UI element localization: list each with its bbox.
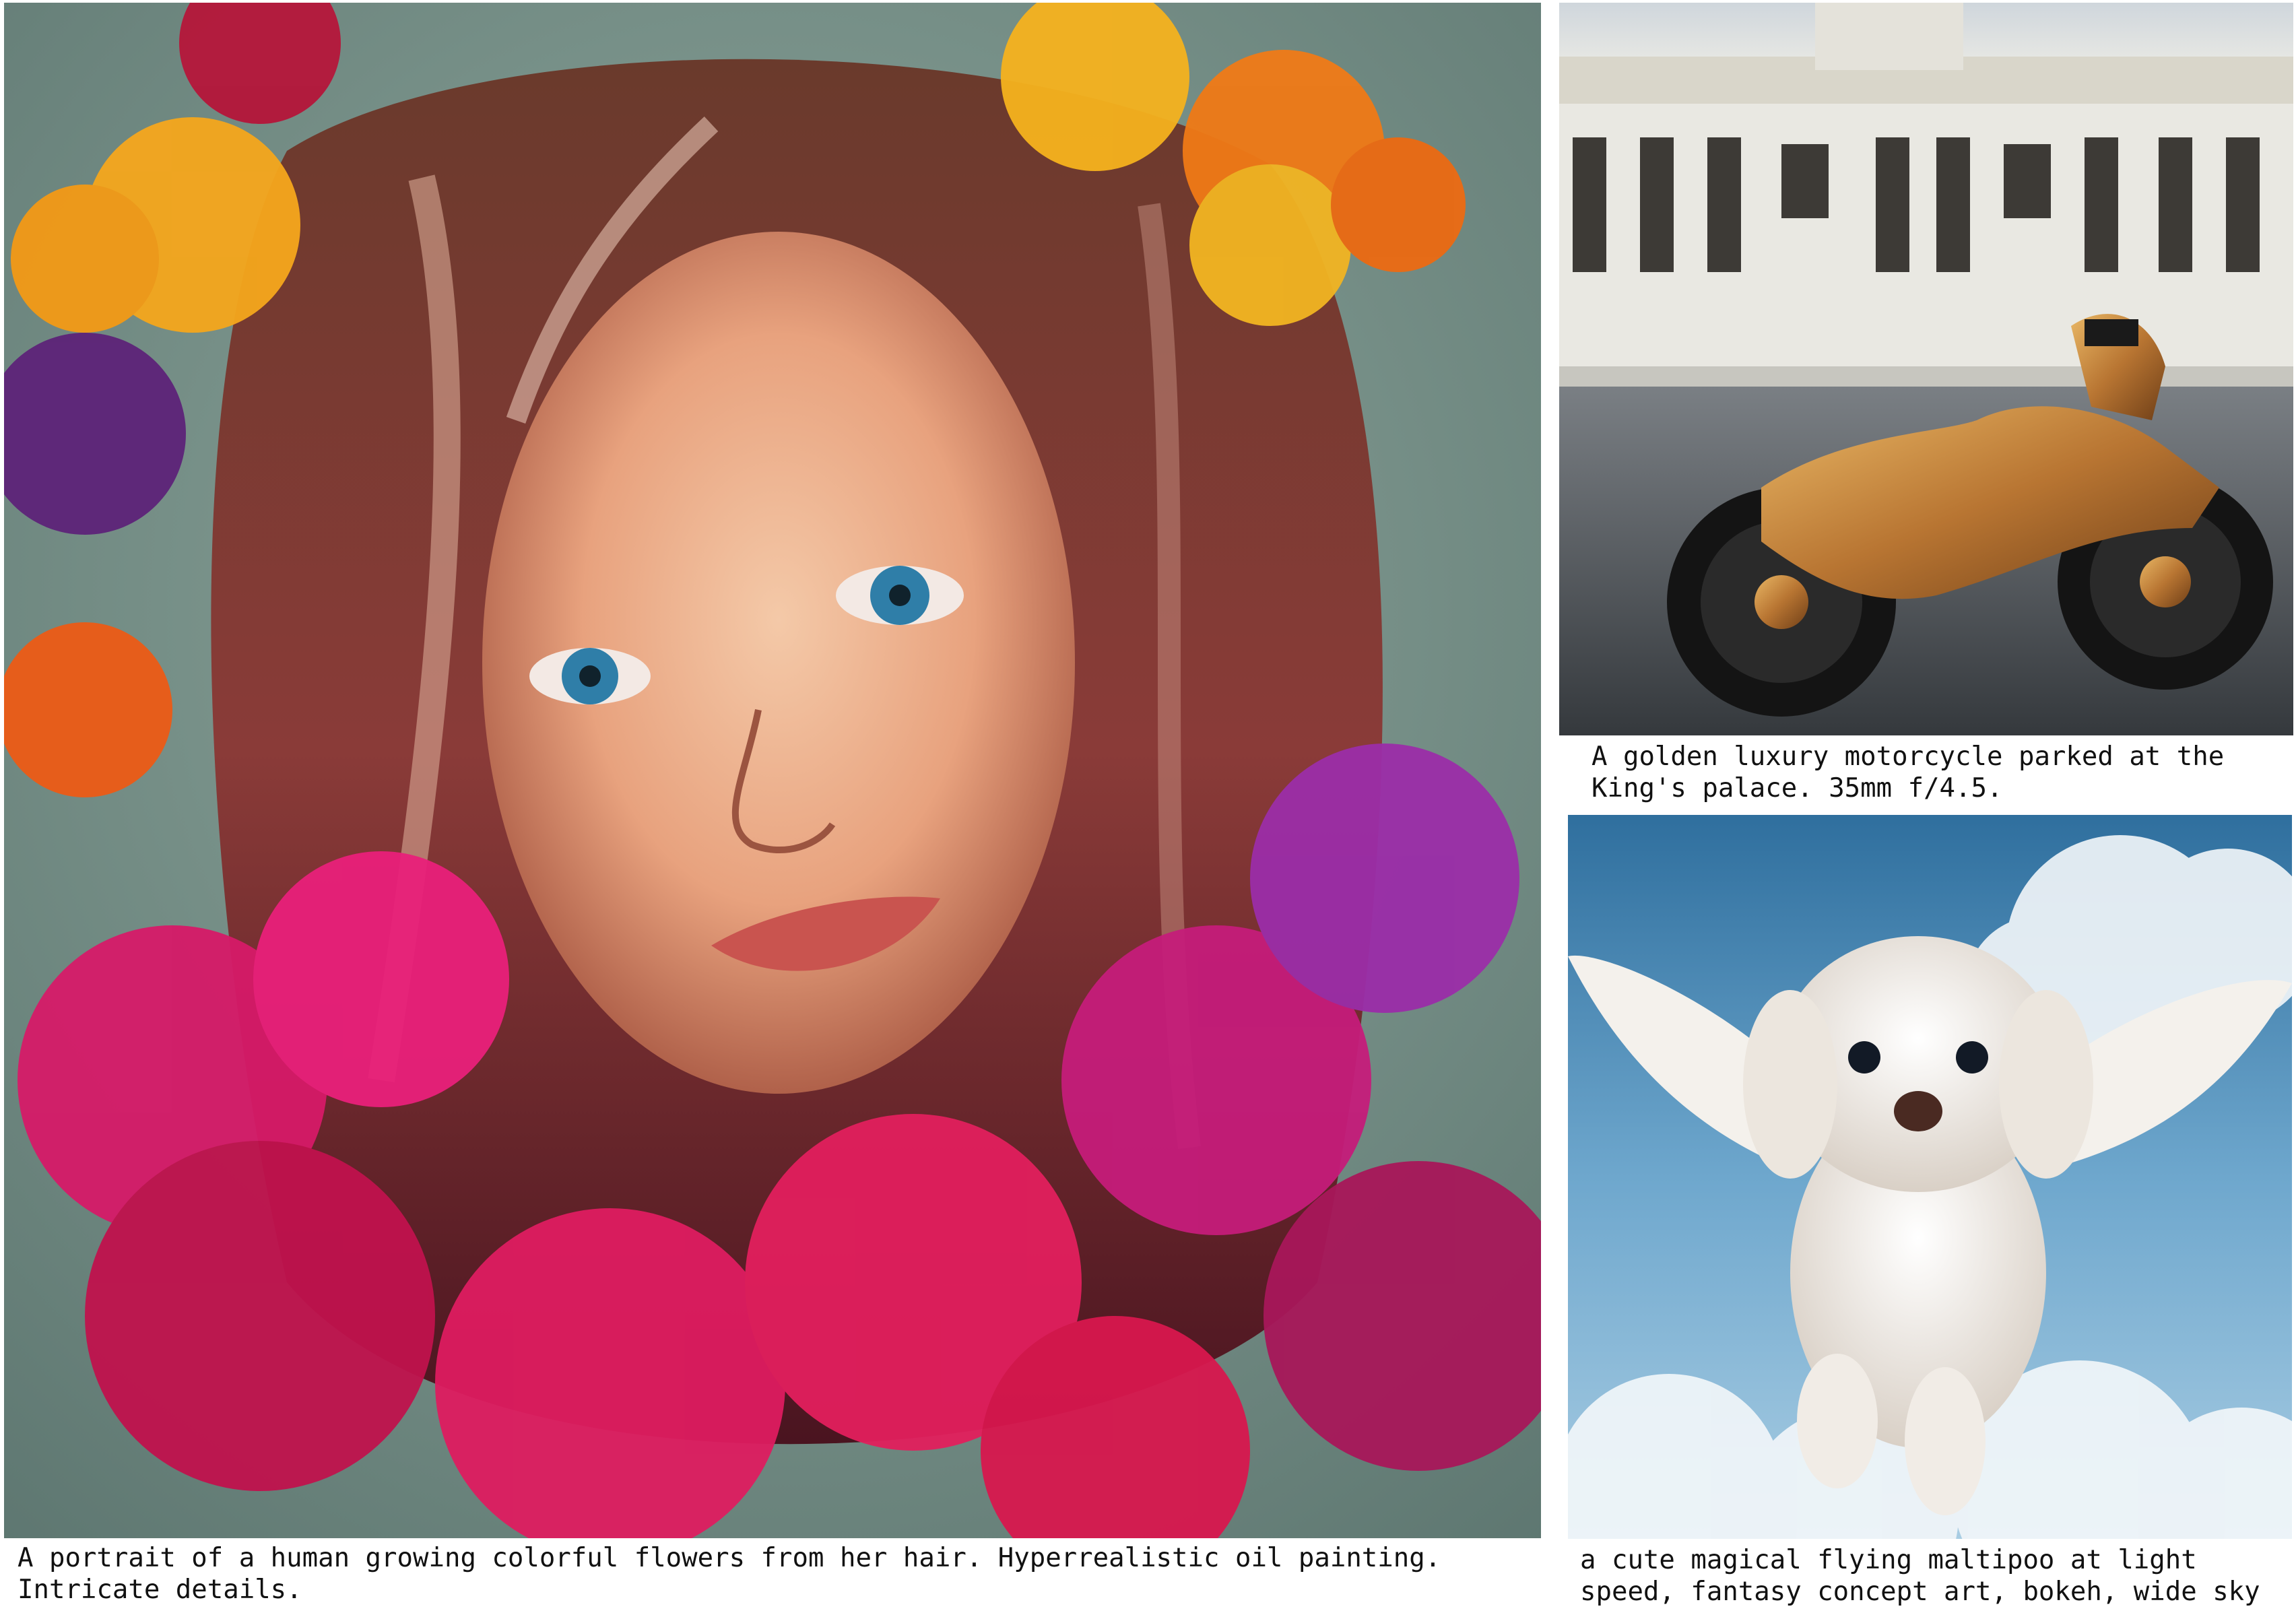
motorcycle-image	[1559, 3, 2293, 735]
maltipoo-image	[1568, 815, 2292, 1539]
portrait-image	[4, 3, 1541, 1538]
motorcycle-caption: A golden luxury motorcycle parked at the…	[1592, 741, 2240, 803]
maltipoo-caption: a cute magical flying maltipoo at light …	[1580, 1545, 2260, 1607]
portrait-caption: A portrait of a human growing colorful f…	[18, 1543, 1457, 1605]
